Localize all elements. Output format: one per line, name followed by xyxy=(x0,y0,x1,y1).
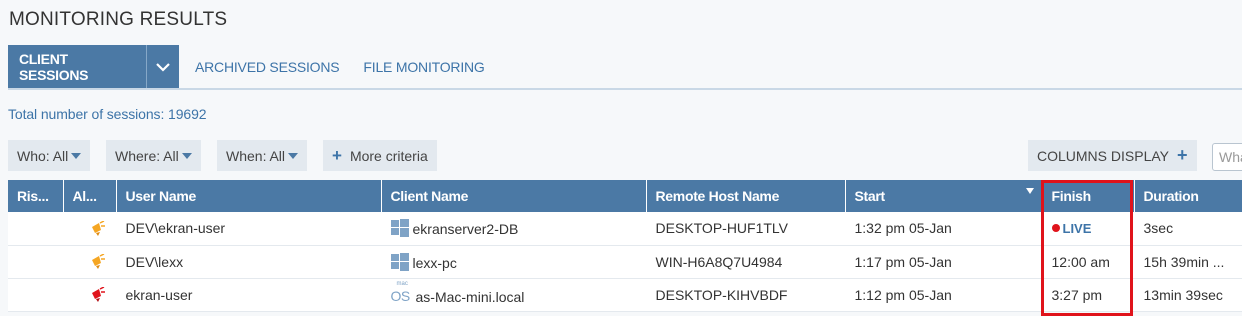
filter-who[interactable]: Who: All xyxy=(8,140,91,171)
columns-display-label: COLUMNS DISPLAY xyxy=(1037,147,1169,164)
client-name-text: lexx-pc xyxy=(412,254,457,271)
duration-cell: 15h 39min ... xyxy=(1134,245,1242,279)
columns-display-button[interactable]: COLUMNS DISPLAY + xyxy=(1028,140,1197,171)
col-start[interactable]: Start xyxy=(845,180,1043,212)
alert-bell-icon[interactable] xyxy=(90,220,106,237)
duration-cell: 13min 39sec xyxy=(1134,278,1242,312)
tabs-divider xyxy=(8,88,1242,90)
alert-cell xyxy=(63,212,117,246)
table-header-row: Ris... Al... User Name Client Name Remot… xyxy=(8,180,1242,212)
client-name-text: as-Mac-mini.local xyxy=(415,289,525,305)
alert-cell xyxy=(63,278,117,312)
total-sessions-count: Total number of sessions: 19692 xyxy=(8,106,207,122)
col-alerts[interactable]: Al... xyxy=(63,180,117,212)
windows-icon xyxy=(390,219,409,238)
live-dot-icon xyxy=(1051,224,1060,233)
filter-when[interactable]: When: All xyxy=(217,140,308,171)
session-tabs: CLIENT SESSIONS ARCHIVED SESSIONS FILE M… xyxy=(8,45,497,89)
plus-icon: + xyxy=(1177,145,1188,165)
more-criteria-button[interactable]: + More criteria xyxy=(323,140,437,171)
finish-cell: 3:27 pm xyxy=(1042,278,1135,312)
filter-who-value: All xyxy=(52,147,69,164)
user-name-cell: DEV\ekran-user xyxy=(116,212,382,246)
table-row[interactable]: DEV\lexx lexx-pc WIN-H6A8Q7U4984 1:17 pm… xyxy=(8,245,1242,279)
client-name-cell: lexx-pc xyxy=(381,245,647,279)
remote-host-cell: DESKTOP-HUF1TLV xyxy=(646,212,846,246)
user-name-cell: ekran-user xyxy=(116,278,382,312)
caret-down-icon xyxy=(288,152,299,159)
table-row[interactable]: ekran-user mac OS as-Mac-mini.local DESKTO… xyxy=(8,278,1242,312)
plus-icon: + xyxy=(332,145,342,165)
start-cell: 1:12 pm 05-Jan xyxy=(845,278,1043,312)
risk-cell xyxy=(8,278,64,312)
finish-cell: LIVE xyxy=(1042,212,1135,246)
table-row[interactable]: DEV\ekran-user ekranserver2-DB DESKTOP-H… xyxy=(8,212,1242,246)
remote-host-cell: WIN-H6A8Q7U4984 xyxy=(646,245,846,279)
filter-when-label: When: xyxy=(226,147,267,164)
more-criteria-label: More criteria xyxy=(349,147,428,164)
windows-icon xyxy=(390,252,409,271)
search-input[interactable]: What xyxy=(1212,143,1242,171)
tab-file-monitoring[interactable]: FILE MONITORING xyxy=(351,45,496,89)
start-cell: 1:32 pm 05-Jan xyxy=(845,212,1043,246)
client-name-cell: mac OS as-Mac-mini.local xyxy=(381,278,647,312)
col-duration[interactable]: Duration xyxy=(1134,180,1242,212)
filter-where[interactable]: Where: All xyxy=(106,140,201,171)
filter-where-value: All xyxy=(163,147,179,164)
filter-when-value: All xyxy=(269,147,286,164)
risk-cell xyxy=(8,245,64,279)
mac-os-icon-big-text: OS xyxy=(390,288,411,304)
page-title: MONITORING RESULTS xyxy=(9,9,228,30)
sort-desc-icon[interactable] xyxy=(1025,188,1034,194)
col-finish[interactable]: Finish xyxy=(1042,180,1135,212)
col-remote-host-name[interactable]: Remote Host Name xyxy=(646,180,846,212)
remote-host-cell: DESKTOP-KIHVBDF xyxy=(646,278,846,312)
client-name-text: ekranserver2-DB xyxy=(412,221,519,238)
mac-os-icon-small-text: mac xyxy=(396,281,408,287)
filter-where-label: Where: xyxy=(115,147,161,164)
tab-dropdown-button[interactable] xyxy=(146,45,179,89)
alert-bell-icon[interactable] xyxy=(90,287,106,303)
alert-bell-icon[interactable] xyxy=(90,254,106,270)
live-status-badge[interactable]: LIVE xyxy=(1063,221,1092,236)
col-start-label: Start xyxy=(854,188,886,204)
caret-down-icon xyxy=(181,152,192,159)
duration-cell: 3sec xyxy=(1134,212,1242,246)
finish-cell: 12:00 am xyxy=(1042,245,1135,279)
col-client-name[interactable]: Client Name xyxy=(381,180,647,212)
tab-client-sessions[interactable]: CLIENT SESSIONS xyxy=(8,45,146,89)
sessions-table: Ris... Al... User Name Client Name Remot… xyxy=(8,180,1242,312)
mac-os-icon: mac OS xyxy=(390,281,412,304)
filter-who-label: Who: xyxy=(17,147,50,164)
user-name-cell: DEV\lexx xyxy=(116,245,382,279)
risk-cell xyxy=(8,212,64,246)
start-cell: 1:17 pm 05-Jan xyxy=(845,245,1043,279)
tab-archived-sessions[interactable]: ARCHIVED SESSIONS xyxy=(179,45,351,89)
client-name-cell: ekranserver2-DB xyxy=(381,212,647,246)
chevron-down-icon xyxy=(156,62,170,72)
alert-cell xyxy=(63,245,117,279)
col-user-name[interactable]: User Name xyxy=(116,180,382,212)
caret-down-icon xyxy=(71,152,82,159)
col-risk[interactable]: Ris... xyxy=(8,180,64,212)
